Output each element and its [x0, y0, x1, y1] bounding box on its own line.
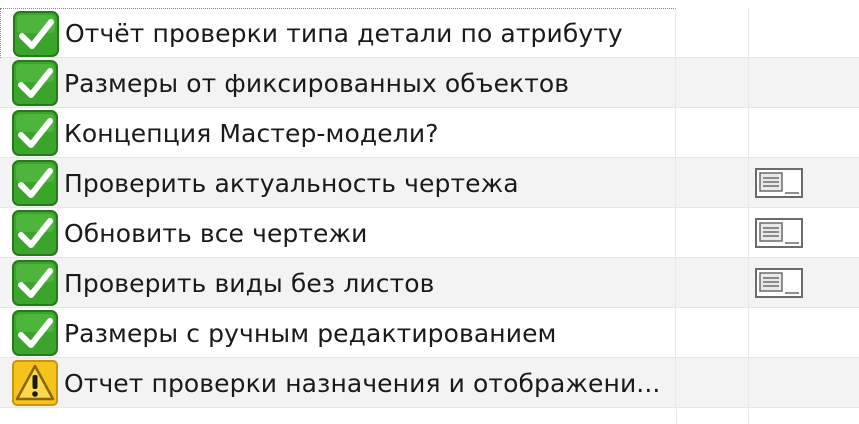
column-2-cell — [676, 409, 749, 424]
column-2-cell — [676, 8, 749, 58]
column-2-cell — [676, 258, 749, 308]
action-cell — [749, 358, 859, 408]
check-icon — [13, 10, 59, 57]
column-2-cell — [676, 108, 749, 158]
table-empty-area — [0, 409, 859, 424]
drawing-sheet-icon[interactable] — [755, 268, 803, 298]
check-label: Проверить актуальность чертежа — [64, 168, 519, 198]
action-cell — [749, 158, 859, 208]
name-cell[interactable]: Отчет проверки назначения и отображени..… — [0, 358, 676, 408]
drawing-sheet-icon[interactable] — [755, 168, 803, 198]
column-2-cell — [676, 358, 749, 408]
table-row[interactable]: Концепция Мастер-модели? — [0, 108, 859, 158]
drawing-sheet-icon[interactable] — [755, 218, 803, 248]
action-cell — [749, 58, 859, 108]
action-cell — [749, 108, 859, 158]
table-row[interactable]: Размеры от фиксированных объектов — [0, 58, 859, 108]
checks-table: Отчёт проверки типа детали по атрибуту Р… — [0, 0, 859, 424]
name-cell[interactable]: Проверить актуальность чертежа — [0, 158, 676, 208]
name-cell[interactable]: Размеры от фиксированных объектов — [0, 58, 676, 108]
check-label: Размеры от фиксированных объектов — [64, 68, 570, 98]
check-label: Обновить все чертежи — [64, 218, 368, 248]
check-icon — [12, 60, 58, 106]
action-cell — [749, 8, 859, 58]
name-cell[interactable]: Обновить все чертежи — [0, 208, 676, 258]
name-cell[interactable]: Концепция Мастер-модели? — [0, 108, 676, 158]
action-cell — [749, 308, 859, 358]
table-row[interactable]: Размеры с ручным редактированием — [0, 308, 859, 358]
column-2-cell — [676, 208, 749, 258]
check-icon — [12, 110, 58, 156]
name-cell[interactable]: Проверить виды без листов — [0, 258, 676, 308]
column-2-cell — [676, 158, 749, 208]
table-row[interactable]: Отчет проверки назначения и отображени..… — [0, 358, 859, 408]
check-label: Размеры с ручным редактированием — [64, 318, 557, 348]
table-row[interactable]: Проверить актуальность чертежа — [0, 158, 859, 208]
check-icon — [12, 310, 58, 356]
column-2-cell — [676, 308, 749, 358]
action-cell — [749, 208, 859, 258]
table-row[interactable]: Отчёт проверки типа детали по атрибуту — [0, 8, 859, 58]
check-icon — [12, 160, 58, 206]
check-label: Отчет проверки назначения и отображени..… — [64, 368, 661, 398]
check-label: Концепция Мастер-модели? — [64, 118, 439, 148]
action-cell — [749, 258, 859, 308]
table-row[interactable]: Обновить все чертежи — [0, 208, 859, 258]
warning-icon — [12, 360, 58, 406]
check-icon — [12, 260, 58, 306]
check-label: Проверить виды без листов — [64, 268, 435, 298]
check-label: Отчёт проверки типа детали по атрибуту — [65, 19, 623, 48]
name-cell[interactable]: Размеры с ручным редактированием — [0, 308, 676, 358]
check-icon — [12, 210, 58, 256]
name-cell[interactable]: Отчёт проверки типа детали по атрибуту — [0, 8, 676, 58]
column-2-cell — [676, 58, 749, 108]
table-row[interactable]: Проверить виды без листов — [0, 258, 859, 308]
